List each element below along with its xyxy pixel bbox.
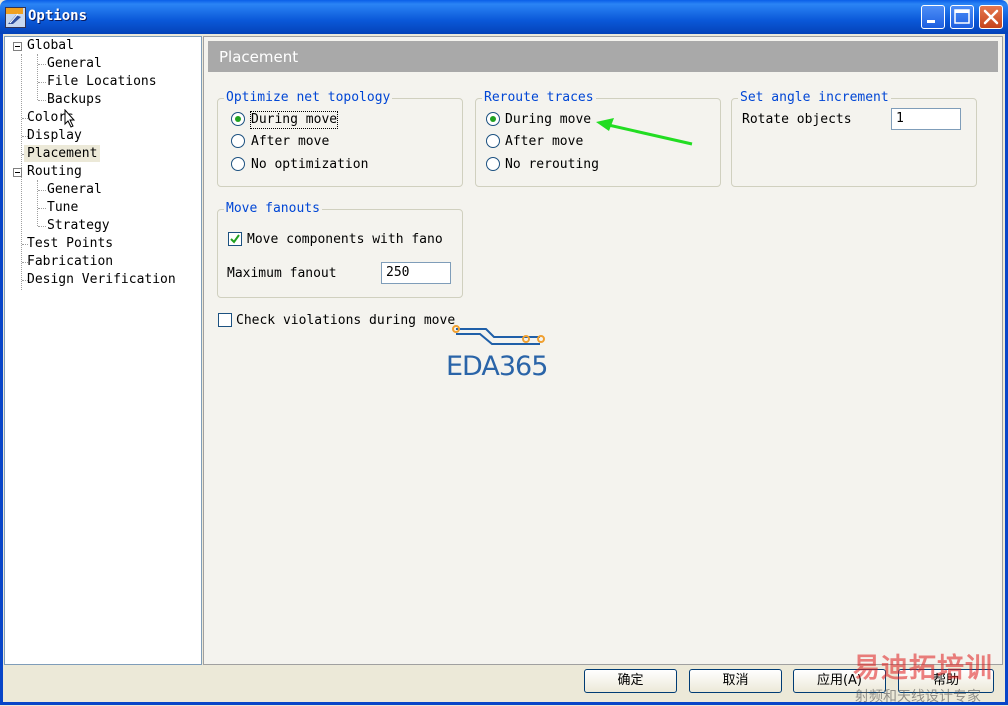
optimize-after-move-radio[interactable] bbox=[231, 134, 245, 148]
tree-line bbox=[38, 100, 46, 101]
minimize-icon bbox=[927, 20, 935, 23]
tree-item-strategy[interactable]: Strategy bbox=[47, 217, 110, 234]
reroute-after-move-radio[interactable] bbox=[486, 134, 500, 148]
optimize-no-optimization-label[interactable]: No optimization bbox=[251, 157, 368, 173]
options-tree[interactable]: Global General File Locations Backups Co… bbox=[4, 36, 202, 665]
tree-item-backups[interactable]: Backups bbox=[47, 91, 102, 108]
tree-item-routing[interactable]: Routing bbox=[27, 163, 82, 180]
tree-item-display[interactable]: Display bbox=[27, 127, 82, 144]
reroute-traces-legend: Reroute traces bbox=[482, 90, 596, 106]
check-violations-checkbox[interactable] bbox=[218, 313, 232, 327]
move-components-checkbox[interactable] bbox=[228, 232, 242, 246]
rotate-objects-label: Rotate objects bbox=[742, 112, 852, 127]
optimize-during-move-radio[interactable] bbox=[231, 112, 245, 126]
tree-item-design-verification[interactable]: Design Verification bbox=[27, 271, 176, 288]
green-arrow-icon bbox=[596, 118, 693, 146]
close-button[interactable] bbox=[979, 5, 1003, 29]
reroute-during-move-radio[interactable] bbox=[486, 112, 500, 126]
optimize-topology-legend: Optimize net topology bbox=[224, 90, 393, 106]
tree-item-general[interactable]: General bbox=[47, 55, 102, 72]
maximize-icon bbox=[954, 9, 970, 24]
reroute-after-move-label[interactable]: After move bbox=[505, 134, 583, 150]
tree-line bbox=[37, 54, 38, 100]
window-title: Options bbox=[28, 8, 88, 24]
optimize-after-move-label[interactable]: After move bbox=[251, 134, 329, 150]
cancel-button[interactable]: 取消 bbox=[689, 669, 782, 693]
panel-header: Placement bbox=[208, 41, 998, 72]
tree-line bbox=[38, 82, 46, 83]
tree-item-routing-general[interactable]: General bbox=[47, 181, 102, 198]
tree-item-global[interactable]: Global bbox=[27, 37, 74, 54]
move-components-label[interactable]: Move components with fano bbox=[247, 232, 450, 248]
angle-increment-group: Set angle increment Rotate objects 1 bbox=[731, 90, 977, 187]
circuit-trace-icon bbox=[452, 325, 545, 345]
tree-line bbox=[38, 64, 46, 65]
minimize-button[interactable] bbox=[921, 5, 945, 29]
eda365-logo: EDA365 bbox=[446, 351, 548, 382]
watermark-tagline: 射频和天线设计专家 bbox=[855, 689, 981, 705]
optimize-no-optimization-radio[interactable] bbox=[231, 157, 245, 171]
tree-item-file-locations[interactable]: File Locations bbox=[47, 73, 157, 90]
optimize-topology-group: Optimize net topology During move After … bbox=[217, 90, 463, 187]
optimize-during-move-label[interactable]: During move bbox=[249, 111, 339, 129]
close-icon bbox=[983, 9, 999, 25]
tree-item-test-points[interactable]: Test Points bbox=[27, 235, 113, 252]
reroute-during-move-label[interactable]: During move bbox=[505, 112, 591, 128]
collapse-routing-icon[interactable] bbox=[13, 168, 22, 177]
tree-line bbox=[37, 180, 38, 226]
reroute-no-rerouting-label[interactable]: No rerouting bbox=[505, 157, 599, 173]
reroute-no-rerouting-radio[interactable] bbox=[486, 157, 500, 171]
maximize-button[interactable] bbox=[950, 5, 974, 29]
title-bar: Options bbox=[0, 0, 1008, 34]
angle-increment-legend: Set angle increment bbox=[738, 90, 891, 106]
maximum-fanout-label: Maximum fanout bbox=[227, 266, 337, 281]
watermark-brand: 易迪拓培训 bbox=[853, 653, 993, 684]
tree-item-tune[interactable]: Tune bbox=[47, 199, 78, 216]
tree-item-placement[interactable]: Placement bbox=[24, 145, 101, 162]
panel-title: Placement bbox=[219, 48, 299, 66]
tree-line bbox=[38, 190, 46, 191]
maximum-fanout-field[interactable]: 250 bbox=[381, 262, 451, 284]
collapse-global-icon[interactable] bbox=[13, 42, 22, 51]
ok-button[interactable]: 确定 bbox=[584, 669, 677, 693]
mouse-cursor-icon bbox=[64, 109, 76, 128]
tree-line bbox=[38, 226, 46, 227]
check-violations-label[interactable]: Check violations during move bbox=[236, 313, 455, 329]
move-fanouts-group: Move fanouts Move components with fano M… bbox=[217, 201, 463, 298]
tree-line bbox=[38, 208, 46, 209]
tree-item-fabrication[interactable]: Fabrication bbox=[27, 253, 113, 270]
app-icon[interactable] bbox=[5, 7, 26, 28]
checkmark-icon bbox=[230, 234, 240, 244]
rotate-objects-field[interactable]: 1 bbox=[891, 108, 961, 130]
move-fanouts-legend: Move fanouts bbox=[224, 201, 322, 217]
